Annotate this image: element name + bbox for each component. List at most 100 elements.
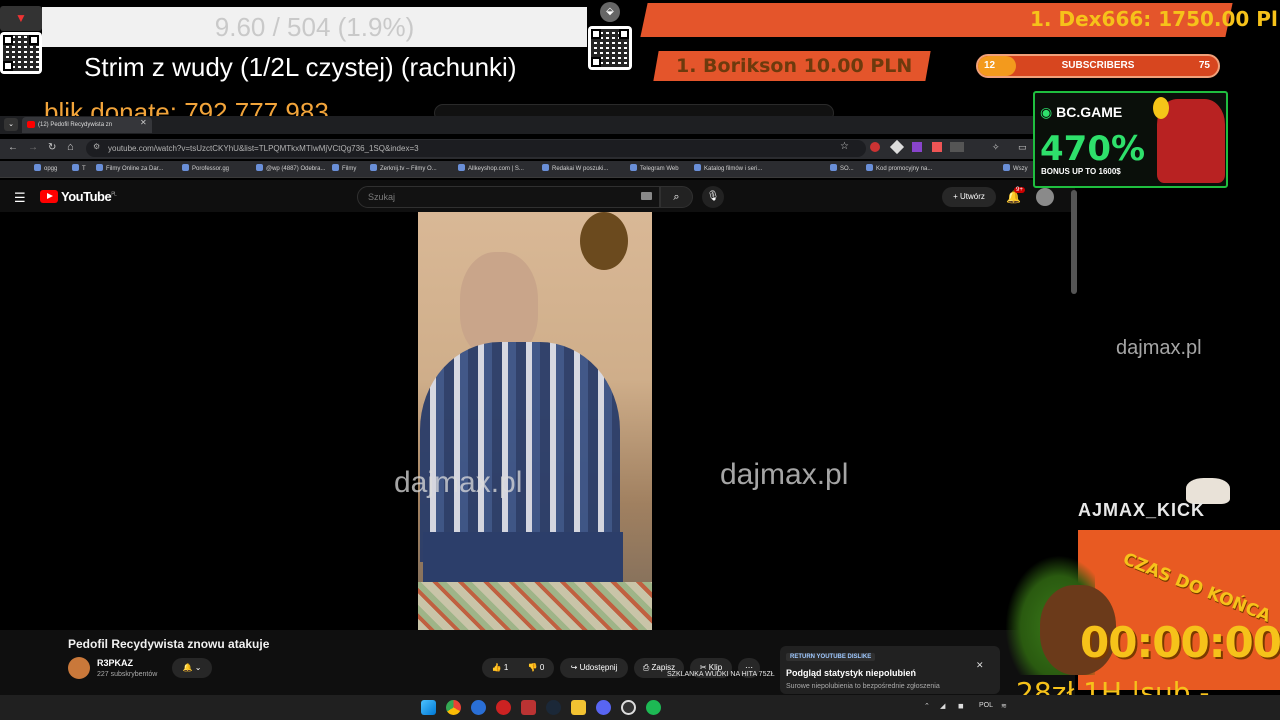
obs-icon[interactable]	[621, 700, 636, 715]
bookmark-favicon-icon	[96, 164, 103, 171]
folder-icon[interactable]	[571, 700, 586, 715]
tray-app-icon[interactable]: ◼	[958, 702, 964, 710]
bookmark-item[interactable]: Porofessor.gg	[182, 161, 229, 178]
bookmark-favicon-icon	[332, 164, 339, 171]
bookmark-item[interactable]: Kod promocyjny na...	[866, 161, 932, 178]
notification-bell-button[interactable]: 🔔 ⌄	[172, 658, 212, 678]
watermark-side: dajmax.pl	[1116, 337, 1202, 359]
bookmark-favicon-icon	[256, 164, 263, 171]
bookmark-item[interactable]: Wszy	[1003, 161, 1028, 178]
home-icon[interactable]: ⌂	[67, 141, 74, 153]
bookmark-label: T	[82, 166, 86, 172]
wifi-icon[interactable]: ≋	[1001, 702, 1007, 710]
extension-icon[interactable]	[932, 142, 942, 152]
tab-bar	[0, 116, 1075, 134]
sidebar-icon[interactable]: ▭	[1018, 142, 1027, 153]
extension-icon[interactable]	[889, 139, 905, 155]
bc-game-ad[interactable]: ◉ BC.GAME 470% BONUS UP TO 1600$	[1033, 91, 1228, 188]
extension-icon[interactable]	[912, 142, 922, 152]
player-scrollbar[interactable]	[1071, 190, 1077, 294]
voice-search-button[interactable]: 🎙	[702, 186, 724, 208]
discord-icon[interactable]	[596, 700, 611, 715]
glass-vodka-text: SZKLANKA WUDKI NA HITA 75ZŁ	[667, 671, 775, 678]
countdown-timer: 00:00:00	[1080, 618, 1280, 667]
language-indicator[interactable]: POL	[979, 702, 993, 709]
account-avatar[interactable]	[1036, 188, 1054, 206]
record-icon[interactable]	[496, 700, 511, 715]
tray-chevron-icon[interactable]: ⌃	[924, 702, 930, 710]
extension-icon[interactable]	[870, 142, 880, 152]
rytd-badge: RETURN YOUTUBE DISLIKE	[786, 653, 876, 661]
channel-avatar[interactable]	[68, 657, 90, 679]
browser-tab-active[interactable]: (12) Pedofil Recydywista zn	[22, 117, 152, 133]
video-frame[interactable]	[418, 212, 652, 630]
mic-icon: 🎙	[706, 191, 720, 202]
watermark-right: dajmax.pl	[720, 458, 849, 491]
tray-app-icon[interactable]: ◢	[940, 702, 945, 710]
close-icon[interactable]: ✕	[976, 660, 984, 671]
search-input[interactable]: Szukaj	[357, 186, 660, 208]
reload-icon[interactable]: ↻	[48, 142, 56, 153]
bookmark-item[interactable]: Telegram Web	[630, 161, 679, 178]
tab-close-icon[interactable]: ✕	[140, 118, 147, 127]
bookmark-item[interactable]: T	[72, 161, 86, 178]
bookmark-favicon-icon	[72, 164, 79, 171]
dislike-button[interactable]: 👎 0	[518, 658, 554, 678]
bell-icon: 🔔	[182, 663, 193, 672]
bookmark-item[interactable]: Filmy	[332, 161, 356, 178]
bookmark-item[interactable]: Redakai W poszuki...	[542, 161, 608, 178]
start-icon[interactable]	[421, 700, 436, 715]
person-shirt	[420, 342, 620, 562]
bookmark-label: Porofessor.gg	[192, 166, 230, 172]
bookmark-item[interactable]: Zerknij.tv – Filmy O...	[370, 161, 437, 178]
share-button[interactable]: ↪ Udostępnij	[560, 658, 628, 678]
search-icon: ⌕	[673, 191, 680, 203]
wall-clock	[580, 212, 628, 270]
back-icon[interactable]: ←	[8, 142, 18, 153]
tab-list-dropdown-icon[interactable]: ⌄	[4, 118, 18, 131]
bookmark-label: Wszy	[1013, 166, 1028, 172]
steam-icon[interactable]	[546, 700, 561, 715]
video-title: Pedofil Recydywista znowu atakuje	[68, 637, 270, 651]
bookmark-label: Kod promocyjny na...	[876, 166, 933, 172]
kick-channel-text: AJMAX_KICK	[1078, 500, 1206, 520]
bookmark-favicon-icon	[1003, 164, 1010, 171]
bookmark-favicon-icon	[830, 164, 837, 171]
bookmark-item[interactable]: Allkeyshop.com | S...	[458, 161, 524, 178]
youtube-favicon-icon	[27, 121, 35, 128]
coin-icon	[1153, 97, 1169, 119]
plus-icon: +	[953, 192, 960, 201]
bookmark-item[interactable]: SO...	[830, 161, 854, 178]
site-info-icon[interactable]: ⚙	[93, 142, 100, 151]
last-donor-text: 1. Borikson 10.00 PLN	[676, 55, 913, 77]
extension-icon[interactable]	[950, 142, 964, 152]
create-button[interactable]: + Utwórz	[942, 187, 996, 207]
forward-icon[interactable]: →	[28, 142, 38, 153]
bookmark-star-icon[interactable]: ☆	[840, 141, 849, 152]
chrome-icon[interactable]	[446, 700, 461, 715]
ccleaner-icon[interactable]	[471, 700, 486, 715]
channel-name[interactable]: R3PKAZ	[97, 658, 133, 668]
lisk-icon: ⬙	[600, 2, 620, 22]
share-icon: ↪	[570, 663, 580, 672]
app-icon[interactable]	[521, 700, 536, 715]
keyboard-icon[interactable]	[641, 192, 652, 200]
address-bar[interactable]: youtube.com/watch?v=tsUzctCKYhU&list=TLP…	[86, 140, 866, 157]
bookmark-item[interactable]: @wp (4887) Odebra...	[256, 161, 325, 178]
youtube-logo[interactable]: YouTubePL	[40, 189, 117, 204]
bookmark-label: opgg	[44, 166, 58, 172]
bookmark-item[interactable]: Katalog filmów i seri...	[694, 161, 762, 178]
share-label: Udostępnij	[579, 663, 618, 672]
bookmark-favicon-icon	[630, 164, 637, 171]
bookmark-item[interactable]: opgg	[34, 161, 57, 178]
notifications-badge: 9+	[1014, 187, 1025, 193]
menu-icon[interactable]: ☰	[14, 190, 26, 206]
bookmark-label: Zerknij.tv – Filmy O...	[380, 166, 437, 172]
like-button[interactable]: 👍 1	[482, 658, 518, 678]
extensions-puzzle-icon[interactable]: ✧	[992, 142, 1000, 153]
search-button[interactable]: ⌕	[660, 186, 693, 208]
stream-title: Strim z wudy (1/2L czystej) (rachunki)	[84, 52, 517, 82]
spotify-icon[interactable]	[646, 700, 661, 715]
windows-taskbar	[0, 695, 1280, 720]
bookmark-item[interactable]: Filmy Online za Dar...	[96, 161, 163, 178]
